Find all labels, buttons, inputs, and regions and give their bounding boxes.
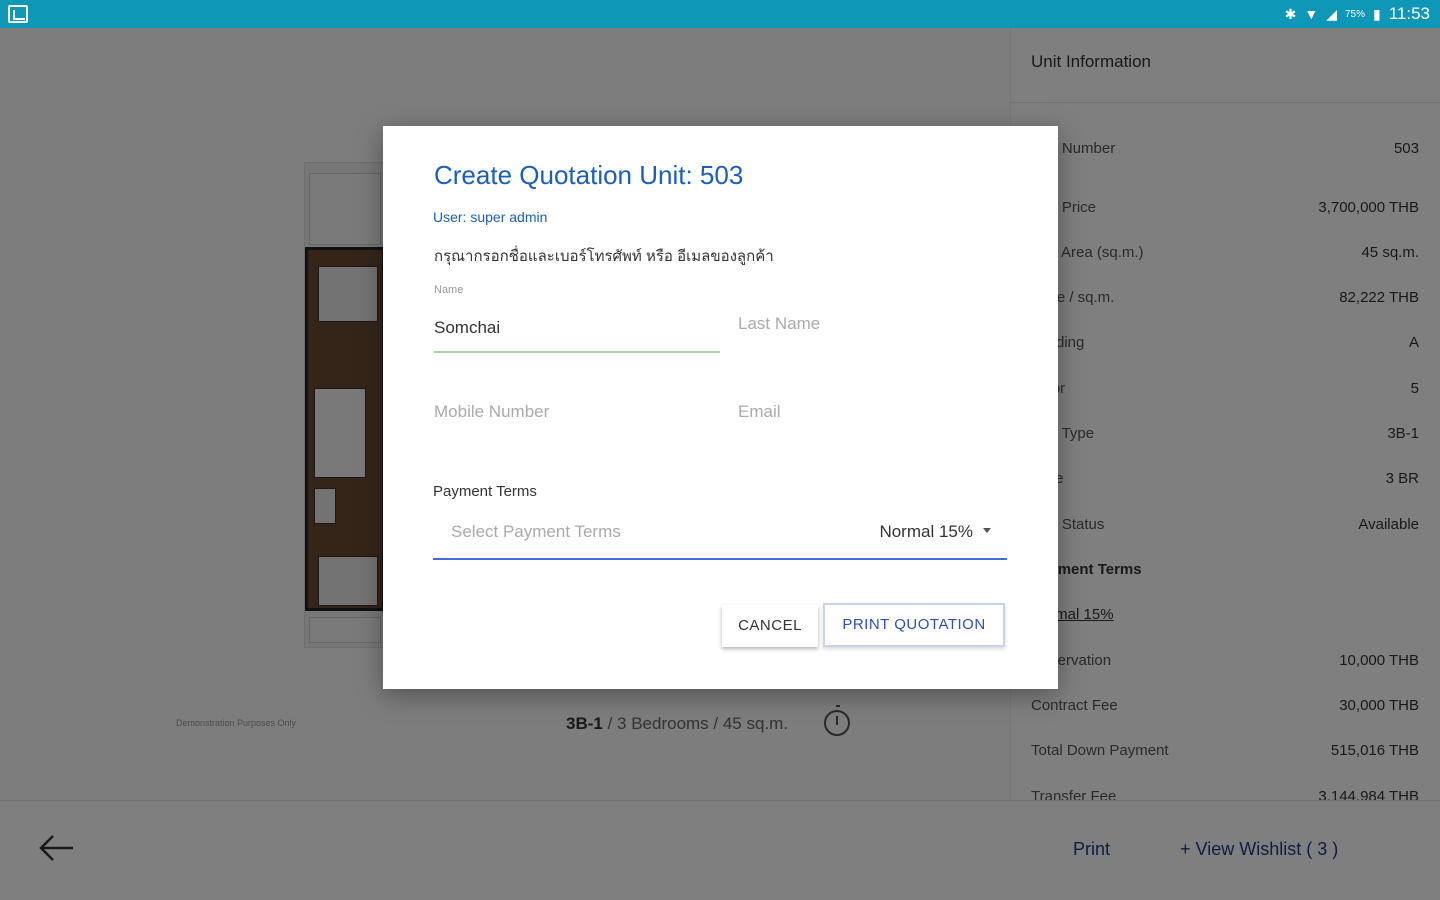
payment-terms-placeholder: Select Payment Terms <box>451 522 621 541</box>
last-name-field <box>738 312 1008 352</box>
email-field <box>738 400 1008 440</box>
battery-icon: ▮ <box>1373 5 1381 22</box>
dropdown-caret-icon <box>983 528 991 533</box>
status-icons: ✱ ▼ ◢ 75% ▮ 11:53 <box>1285 0 1430 28</box>
status-bar: ✱ ▼ ◢ 75% ▮ 11:53 <box>0 0 1440 28</box>
gallery-notification-icon <box>8 5 28 23</box>
first-name-underline <box>434 351 720 353</box>
mobile-number-input[interactable] <box>434 402 720 422</box>
clock: 11:53 <box>1388 4 1430 23</box>
bluetooth-icon: ✱ <box>1284 5 1297 22</box>
first-name-input[interactable] <box>434 318 720 338</box>
create-quotation-dialog: Create Quotation Unit: 503 User: super a… <box>383 126 1058 689</box>
payment-terms-label: Payment Terms <box>433 483 537 500</box>
cancel-button[interactable]: CANCEL <box>722 605 818 647</box>
first-name-field: Name <box>434 284 720 354</box>
dialog-title: Create Quotation Unit: 503 <box>434 160 744 190</box>
signal-icon: ◢ <box>1326 5 1337 22</box>
last-name-input[interactable] <box>738 314 1008 334</box>
dialog-user: User: super admin <box>433 209 548 225</box>
battery-percent: 75% <box>1344 8 1365 20</box>
dialog-instruction: กรุณากรอกชื่อและเบอร์โทรศัพท์ หรือ อีเมล… <box>434 248 774 265</box>
payment-terms-select[interactable]: Select Payment Terms Normal 15% <box>433 514 1007 560</box>
payment-terms-value: Normal 15% <box>879 522 973 541</box>
wifi-icon: ▼ <box>1304 6 1319 22</box>
print-quotation-button[interactable]: PRINT QUOTATION <box>823 603 1005 647</box>
first-name-label: Name <box>434 284 464 296</box>
email-input[interactable] <box>738 402 1008 422</box>
mobile-number-field <box>434 400 720 440</box>
